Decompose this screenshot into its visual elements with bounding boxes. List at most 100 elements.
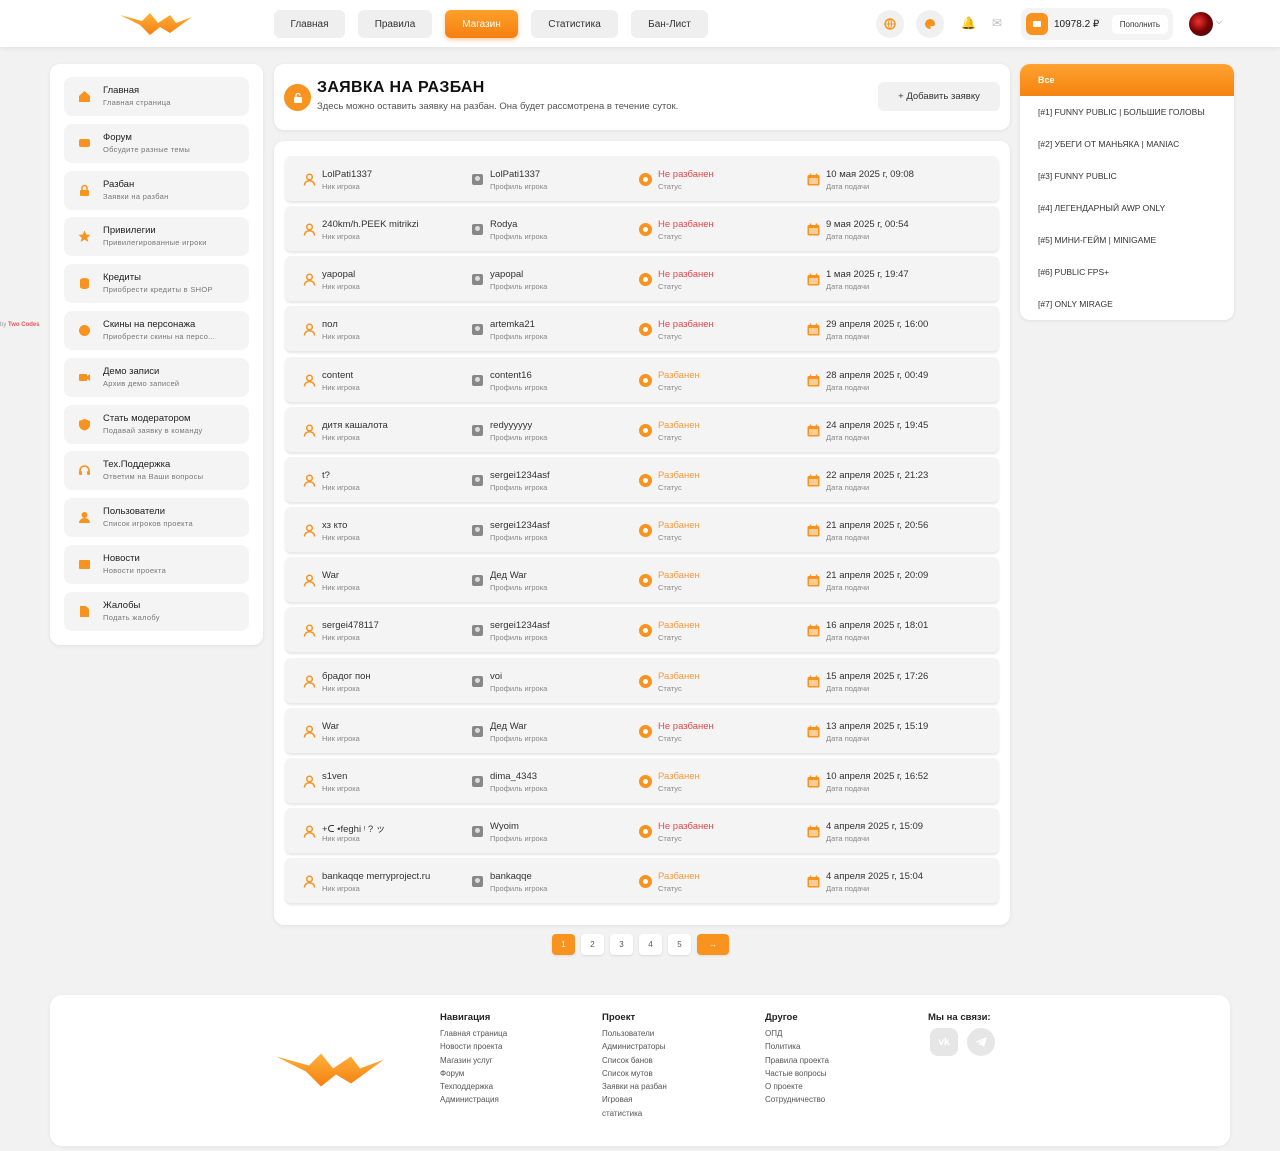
sidebar-item[interactable]: Пользователи Список игроков проекта [64, 498, 249, 538]
profile-link[interactable]: Дед War [490, 570, 527, 581]
profile-link[interactable]: Rodya [490, 219, 517, 230]
footer-link[interactable]: Заявки на разбан [602, 1080, 667, 1093]
sidebar-item[interactable]: Новости Новости проекта [64, 545, 249, 584]
date-label: Дата подачи [826, 282, 870, 292]
footer-link[interactable]: Правила проекта [765, 1054, 829, 1067]
profile-link[interactable]: sergei1234asf [490, 520, 550, 531]
footer-link[interactable]: Политика [765, 1040, 829, 1053]
add-appeal-button[interactable]: + Добавить заявку [878, 82, 1000, 111]
profile-link[interactable]: artemka21 [490, 319, 535, 330]
sidebar-item[interactable]: Тех.Поддержка Ответим на Ваши вопросы [64, 451, 249, 491]
sidebar-item[interactable]: Кредиты Приобрести кредиты в SHOP [64, 264, 249, 304]
sidebar-item-subtitle: Главная страница [103, 98, 171, 107]
telegram-icon[interactable] [967, 1028, 995, 1056]
nav-shop[interactable]: Магазин [445, 10, 518, 38]
topup-button[interactable]: Пополнить [1111, 14, 1168, 34]
footer-link[interactable]: О проекте [765, 1080, 829, 1093]
page-button[interactable]: 4 [639, 934, 662, 955]
user-avatar[interactable] [1189, 12, 1213, 36]
server-filter-item[interactable]: [#2] УБЕГИ ОТ МАНЬЯКА | MANIAC [1038, 139, 1179, 149]
table-row[interactable]: s1ven Ник игрока dima_4343 Профиль игрока Ра… [285, 757, 999, 803]
table-row[interactable]: 240km/h.PEEK mitrikzi Ник игрока Rodya Проф… [285, 206, 999, 252]
server-filter-item[interactable]: [#7] ONLY MIRAGE [1038, 299, 1113, 309]
mail-icon[interactable]: ✉ [992, 16, 1002, 30]
profile-link[interactable]: LolPati1337 [490, 169, 540, 180]
table-row[interactable]: War Ник игрока Дед War Профиль игрока Не раз… [285, 707, 999, 753]
filter-all[interactable]: Все [1020, 64, 1234, 96]
nav-banlist[interactable]: Бан-Лист [631, 10, 708, 38]
profile-link[interactable]: Дед War [490, 721, 527, 732]
status-badge: Не разбанен [658, 269, 714, 281]
table-row[interactable]: sergei478117 Ник игрока sergei1234asf Профи… [285, 607, 999, 653]
bell-icon[interactable]: 🔔 [961, 16, 976, 30]
footer-link[interactable]: Форум [440, 1067, 507, 1080]
table-row[interactable]: content Ник игрока content16 Профиль игрока… [285, 356, 999, 402]
profile-link[interactable]: redyyyyyy [490, 420, 532, 431]
sidebar-item[interactable]: Главная Главная страница [64, 77, 249, 116]
sidebar-item[interactable]: Скины на персонажа Приобрести скины на пе… [64, 311, 249, 350]
table-row[interactable]: LolPati1337 Ник игрока LolPati1337 Профиль … [285, 156, 999, 201]
sidebar-item[interactable]: Форум Обсудите разные темы [64, 123, 249, 163]
footer-link[interactable]: Администрация [440, 1093, 507, 1106]
nick-value: дитя кашалота [322, 419, 388, 431]
sidebar-item[interactable]: Стать модератором Подавай заявку в команд… [64, 404, 249, 444]
palette-icon[interactable] [916, 10, 944, 38]
footer-link[interactable]: Игровая [602, 1093, 667, 1106]
sidebar-item[interactable]: Демо записи Архив демо записей [64, 357, 249, 397]
profile-link[interactable]: Wyoim [490, 821, 519, 832]
next-page-button[interactable]: → [697, 934, 729, 955]
nav-home[interactable]: Главная [274, 10, 345, 38]
profile-link[interactable]: content16 [490, 370, 532, 381]
table-row[interactable]: дитя кашалота Ник игрока redyyyyyy Профиль … [285, 406, 999, 452]
server-filter-item[interactable]: [#1] FUNNY PUBLIC | БОЛЬШИЕ ГОЛОВЫ [1038, 107, 1205, 117]
footer-link[interactable]: статистика [602, 1107, 667, 1120]
profile-link[interactable]: bankaqqe [490, 871, 532, 882]
profile-link[interactable]: sergei1234asf [490, 620, 550, 631]
footer-link[interactable]: Список банов [602, 1054, 667, 1067]
table-row[interactable]: хз кто Ник игрока sergei1234asf Профиль игр… [285, 507, 999, 553]
chevron-down-icon[interactable]: ⌵ [1216, 17, 1222, 27]
footer-link[interactable]: Администраторы [602, 1040, 667, 1053]
sidebar-item[interactable]: Разбан Заявки на разбан [64, 170, 249, 210]
table-row[interactable]: пол Ник игрока artemka21 Профиль игрока Не р… [285, 306, 999, 352]
sidebar-item[interactable]: Привилегии Привилегированные игроки [64, 217, 249, 257]
sidebar-item[interactable]: Жалобы Подать жалобу [64, 591, 249, 631]
table-row[interactable]: брадог пон Ник игрока voi Профиль игрока Раз… [285, 657, 999, 703]
sidebar-item-subtitle: Заявки на разбан [103, 191, 169, 201]
profile-link[interactable]: voi [490, 671, 502, 682]
footer-link[interactable]: Сотрудничество [765, 1093, 829, 1106]
server-filter-item[interactable]: [#3] FUNNY PUBLIC [1038, 171, 1117, 181]
footer-link[interactable]: Техподдержка [440, 1080, 507, 1093]
footer-link[interactable]: Новости проекта [440, 1040, 507, 1053]
footer-logo[interactable] [276, 1053, 384, 1087]
vk-icon[interactable]: vk [930, 1028, 958, 1056]
table-row[interactable]: bankaqqe merryproject.ru Ник игрока bankaq… [285, 858, 999, 904]
footer-link[interactable]: ОПД [765, 1027, 829, 1040]
page-button[interactable]: 5 [668, 934, 691, 955]
site-logo[interactable] [120, 13, 192, 35]
table-row[interactable]: t? Ник игрока sergei1234asf Профиль игрока Р… [285, 456, 999, 502]
footer-link[interactable]: Магазин услуг [440, 1054, 507, 1067]
nav-stats[interactable]: Статистика [531, 10, 618, 38]
server-filter-item[interactable]: [#4] ЛЕГЕНДАРНЫЙ AWP ONLY [1038, 203, 1165, 213]
globe-icon[interactable] [876, 10, 904, 38]
server-filter-item[interactable]: [#5] МИНИ-ГЕЙМ | MINIGAME [1038, 235, 1156, 245]
footer-link[interactable]: Частые вопросы [765, 1067, 829, 1080]
profile-link[interactable]: sergei1234asf [490, 470, 550, 481]
footer-link[interactable]: Список мутов [602, 1067, 667, 1080]
sidebar-item-subtitle: Привилегированные игроки [103, 238, 207, 248]
table-row[interactable]: +ᑕ •feghi ᵎ ? ッ Ник игрока Wyoim Профиль иг… [285, 807, 999, 853]
footer-link[interactable]: Главная страница [440, 1027, 507, 1040]
page-button[interactable]: 2 [581, 934, 604, 955]
status-badge: Не разбанен [658, 820, 714, 832]
profile-link[interactable]: dima_4343 [490, 771, 537, 782]
server-filter-item[interactable]: [#6] PUBLIC FPS+ [1038, 267, 1109, 277]
page-button[interactable]: 1 [552, 934, 575, 955]
page-button[interactable]: 3 [610, 934, 633, 955]
status-badge: Разбанен [658, 670, 700, 682]
footer-link[interactable]: Пользователи [602, 1027, 667, 1040]
table-row[interactable]: War Ник игрока Дед War Профиль игрока Разбан… [285, 557, 999, 603]
profile-link[interactable]: yapopal [490, 269, 523, 280]
table-row[interactable]: yapopal Ник игрока yapopal Профиль игрока Не… [285, 256, 999, 302]
nav-rules[interactable]: Правила [358, 10, 432, 38]
